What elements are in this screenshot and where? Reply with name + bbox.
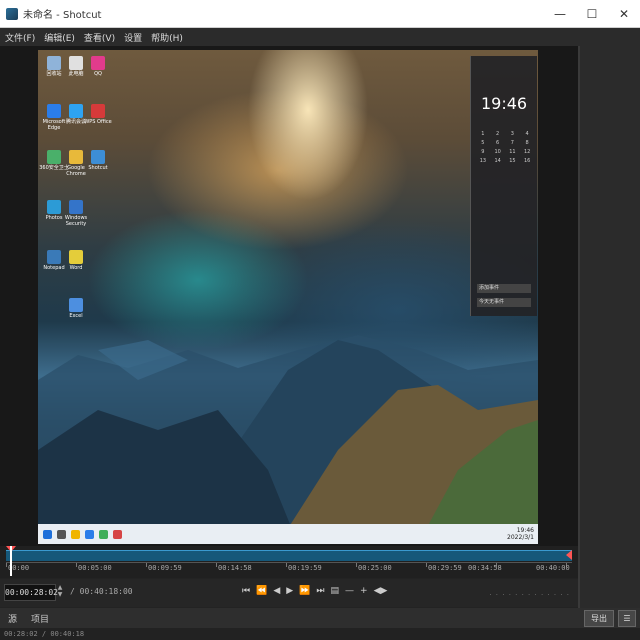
timeline-scrubber[interactable]: 00:00 00:05:00 00:09:59 00:14:58 00:19:5… [0,546,578,578]
menu-bar: 文件(F) 编辑(E) 查看(V) 设置 帮助(H) [0,28,640,46]
export-button[interactable]: 导出 [584,610,614,627]
ruler-tick-label: 00:09:59 [148,564,182,572]
total-duration: / 00:40:18:00 [70,587,133,596]
calendar-clock: 19:46 [481,94,528,113]
desktop-icon-windows-security[interactable]: Windows Security [60,200,92,227]
desktop-icon-qq[interactable]: QQ [82,56,114,77]
file-explorer-icon[interactable] [71,529,80,539]
skip-start-button[interactable]: ⏮ [242,586,250,596]
out-point-marker[interactable] [566,550,572,560]
playhead-line[interactable] [10,546,12,576]
desktop-icon-shotcut[interactable]: Shotcut [82,150,114,171]
ruler-tick-label: 00:40:00 [536,564,570,572]
timeline-track[interactable] [6,550,572,561]
calendar-grid: 1234 5678 9 10 11 12 13 14 15 16 [479,131,531,164]
ruler-tick [216,563,217,567]
skip-end-button[interactable]: ⏭ [316,586,324,596]
shotcut-app-icon [6,7,18,20]
desktop-icon-excel[interactable]: Excel [60,298,92,319]
bottom-tab-bar: 源 项目 导出 ☰ [0,608,640,628]
window-titlebar: 未命名 - Shotcut — ☐ ✕ [0,0,640,28]
scrub-bar-dots: · · · · · · · · · · · · · [489,591,570,599]
desktop-icon-word[interactable]: Word [60,250,92,271]
play-button[interactable]: ▶ [286,586,293,596]
ruler-tick [6,563,7,567]
ruler-tick [356,563,357,567]
ruler-tick [76,563,77,567]
calendar-no-events-item[interactable]: 今天无事件 [477,298,531,307]
tab-project[interactable]: 项目 [31,612,49,625]
tab-source[interactable]: 源 [8,612,17,625]
volume-button[interactable]: ◀▶ [374,586,388,596]
calendar-flyout: 19:46 1234 5678 9 10 11 12 13 14 15 16 添加事件 今天… [470,56,537,316]
menu-settings[interactable]: 设置 [124,31,142,44]
taskbar-clock[interactable]: 19:46 2022/3/1 [507,527,534,541]
fast-forward-button[interactable]: ⏩ [299,586,310,596]
menu-edit[interactable]: 编辑(E) [44,31,75,44]
window-controls: — ☐ ✕ [544,0,640,27]
transport-buttons: ⏮ ⏪ ◀ ▶ ⏩ ⏭ ▤ — + ◀▶ [242,586,393,596]
start-icon[interactable] [43,529,52,539]
window-title: 未命名 - Shotcut [23,10,102,21]
windows-taskbar: 19:46 2022/3/1 [38,524,538,544]
ruler-tick-label: 00:34:58 [468,564,502,572]
video-frame-desktop[interactable]: 回收站 此电脑 QQ Microsoft Edge 腾讯会议 WPS Offic… [38,50,538,544]
zoom-in-button[interactable]: + [360,586,368,596]
maximize-button[interactable]: ☐ [576,0,608,27]
hamburger-menu-button[interactable]: ☰ [618,610,636,627]
ruler-tick [286,563,287,567]
ruler-tick-label: 00:29:59 [428,564,462,572]
step-back-button[interactable]: ◀ [273,586,280,596]
timecode-spinner[interactable]: ▲ ▼ [56,584,64,599]
calendar-add-event-button[interactable]: 添加事件 [477,284,531,293]
menu-file[interactable]: 文件(F) [5,31,35,44]
minimize-button[interactable]: — [544,0,576,27]
edge-taskbar-icon[interactable] [85,529,94,539]
search-icon[interactable] [57,529,66,539]
timeline-ruler[interactable]: 00:00 00:05:00 00:09:59 00:14:58 00:19:5… [6,562,572,577]
app-taskbar-icon[interactable] [99,529,108,539]
grid-toggle-button[interactable]: ▤ [331,586,340,596]
ruler-tick-label: 00:14:58 [218,564,252,572]
zoom-out-button[interactable]: — [345,586,354,596]
ruler-tick [426,563,427,567]
timecode-input[interactable]: 00:00:28:02 [4,584,58,601]
status-bar: 00:28:02 / 00:40:18 [0,628,640,640]
ruler-tick-label: 00:25:00 [358,564,392,572]
ruler-tick-label: 00:05:00 [78,564,112,572]
shotcut-taskbar-icon[interactable] [113,529,122,539]
player-controls: 00:00:28:02 ▲ ▼ / 00:40:18:00 ⏮ ⏪ ◀ ▶ ⏩ ⏭… [0,579,578,607]
close-button[interactable]: ✕ [608,0,640,27]
rewind-button[interactable]: ⏪ [256,586,267,596]
menu-view[interactable]: 查看(V) [84,31,115,44]
desktop-icon-wps[interactable]: WPS Office [82,104,114,125]
right-side-panel [580,46,640,608]
ruler-tick-label: 00:19:59 [288,564,322,572]
menu-help[interactable]: 帮助(H) [151,31,183,44]
ruler-tick [146,563,147,567]
